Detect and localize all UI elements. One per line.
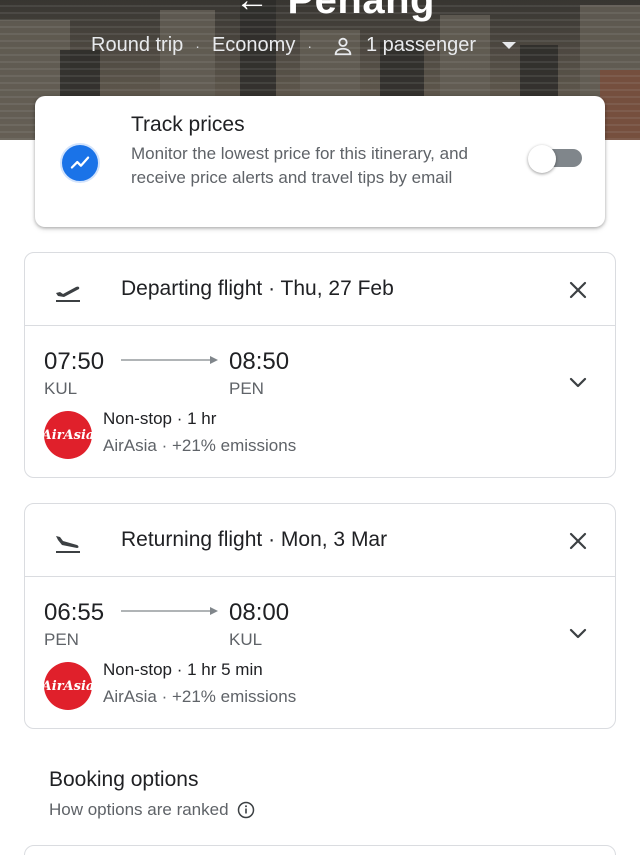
arrow-right-icon xyxy=(121,356,218,364)
arrow-right-icon xyxy=(121,607,218,615)
cabin-class[interactable]: Economy xyxy=(212,34,295,57)
arrival-time: 08:00 xyxy=(229,599,290,626)
track-prices-card: Track prices Monitor the lowest price fo… xyxy=(35,96,605,227)
departure-time: 06:55 xyxy=(44,599,105,626)
arrow-left-icon[interactable]: ← xyxy=(235,0,270,20)
departure-airport: PEN xyxy=(44,630,79,649)
trend-line-icon xyxy=(60,143,100,183)
flight-card-header: Returning flight · Mon, 3 Mar xyxy=(25,504,615,577)
info-icon[interactable] xyxy=(237,801,255,819)
separator-dot: · xyxy=(195,37,200,54)
plane-landing-icon xyxy=(56,536,80,553)
track-prices-title: Track prices xyxy=(131,113,245,136)
passenger-count[interactable]: 1 passenger xyxy=(366,34,476,57)
flight-duration: Non-stop · 1 hr 5 min xyxy=(103,660,263,679)
track-prices-description: Monitor the lowest price for this itiner… xyxy=(131,144,468,187)
airline-emissions: AirAsia · +21% emissions xyxy=(103,687,297,706)
departing-flight-card[interactable]: Departing flight · Thu, 27 Feb 07:50 08:… xyxy=(24,252,616,478)
person-icon xyxy=(334,37,352,55)
ranking-info-link[interactable]: How options are ranked xyxy=(49,800,255,820)
departure-airport: KUL xyxy=(44,379,78,398)
arrival-airport: KUL xyxy=(229,630,263,649)
trip-options-bar[interactable]: Round trip · Economy · 1 passenger xyxy=(91,34,517,57)
airline-logo: AirAsia xyxy=(42,662,94,710)
airline-logo: AirAsia xyxy=(42,411,94,459)
flight-card-header: Departing flight · Thu, 27 Feb xyxy=(25,253,615,326)
booking-options-title: Booking options xyxy=(49,768,199,791)
returning-flight-card[interactable]: Returning flight · Mon, 3 Mar 06:55 08:0… xyxy=(24,503,616,729)
caret-down-icon[interactable] xyxy=(502,42,517,49)
chevron-down-icon[interactable] xyxy=(566,622,590,646)
arrival-airport: PEN xyxy=(229,379,264,398)
close-icon[interactable] xyxy=(566,529,590,553)
airline-emissions: AirAsia · +21% emissions xyxy=(103,436,297,455)
flight-duration: Non-stop · 1 hr xyxy=(103,409,217,428)
close-icon[interactable] xyxy=(566,278,590,302)
departure-time: 07:50 xyxy=(44,348,105,375)
ranking-info-label: How options are ranked xyxy=(49,800,229,819)
flight-title: Departing flight · Thu, 27 Feb xyxy=(121,277,394,300)
trip-type[interactable]: Round trip xyxy=(91,34,183,57)
plane-takeoff-icon xyxy=(56,286,80,302)
chevron-down-icon[interactable] xyxy=(566,371,590,395)
destination-title: Penang xyxy=(287,0,435,22)
track-prices-toggle[interactable] xyxy=(528,145,584,173)
flight-title: Returning flight · Mon, 3 Mar xyxy=(121,528,388,551)
booking-option-card[interactable] xyxy=(24,845,616,855)
separator-dot: · xyxy=(307,37,312,54)
page-title: ← Penang xyxy=(235,0,435,23)
arrival-time: 08:50 xyxy=(229,348,290,375)
